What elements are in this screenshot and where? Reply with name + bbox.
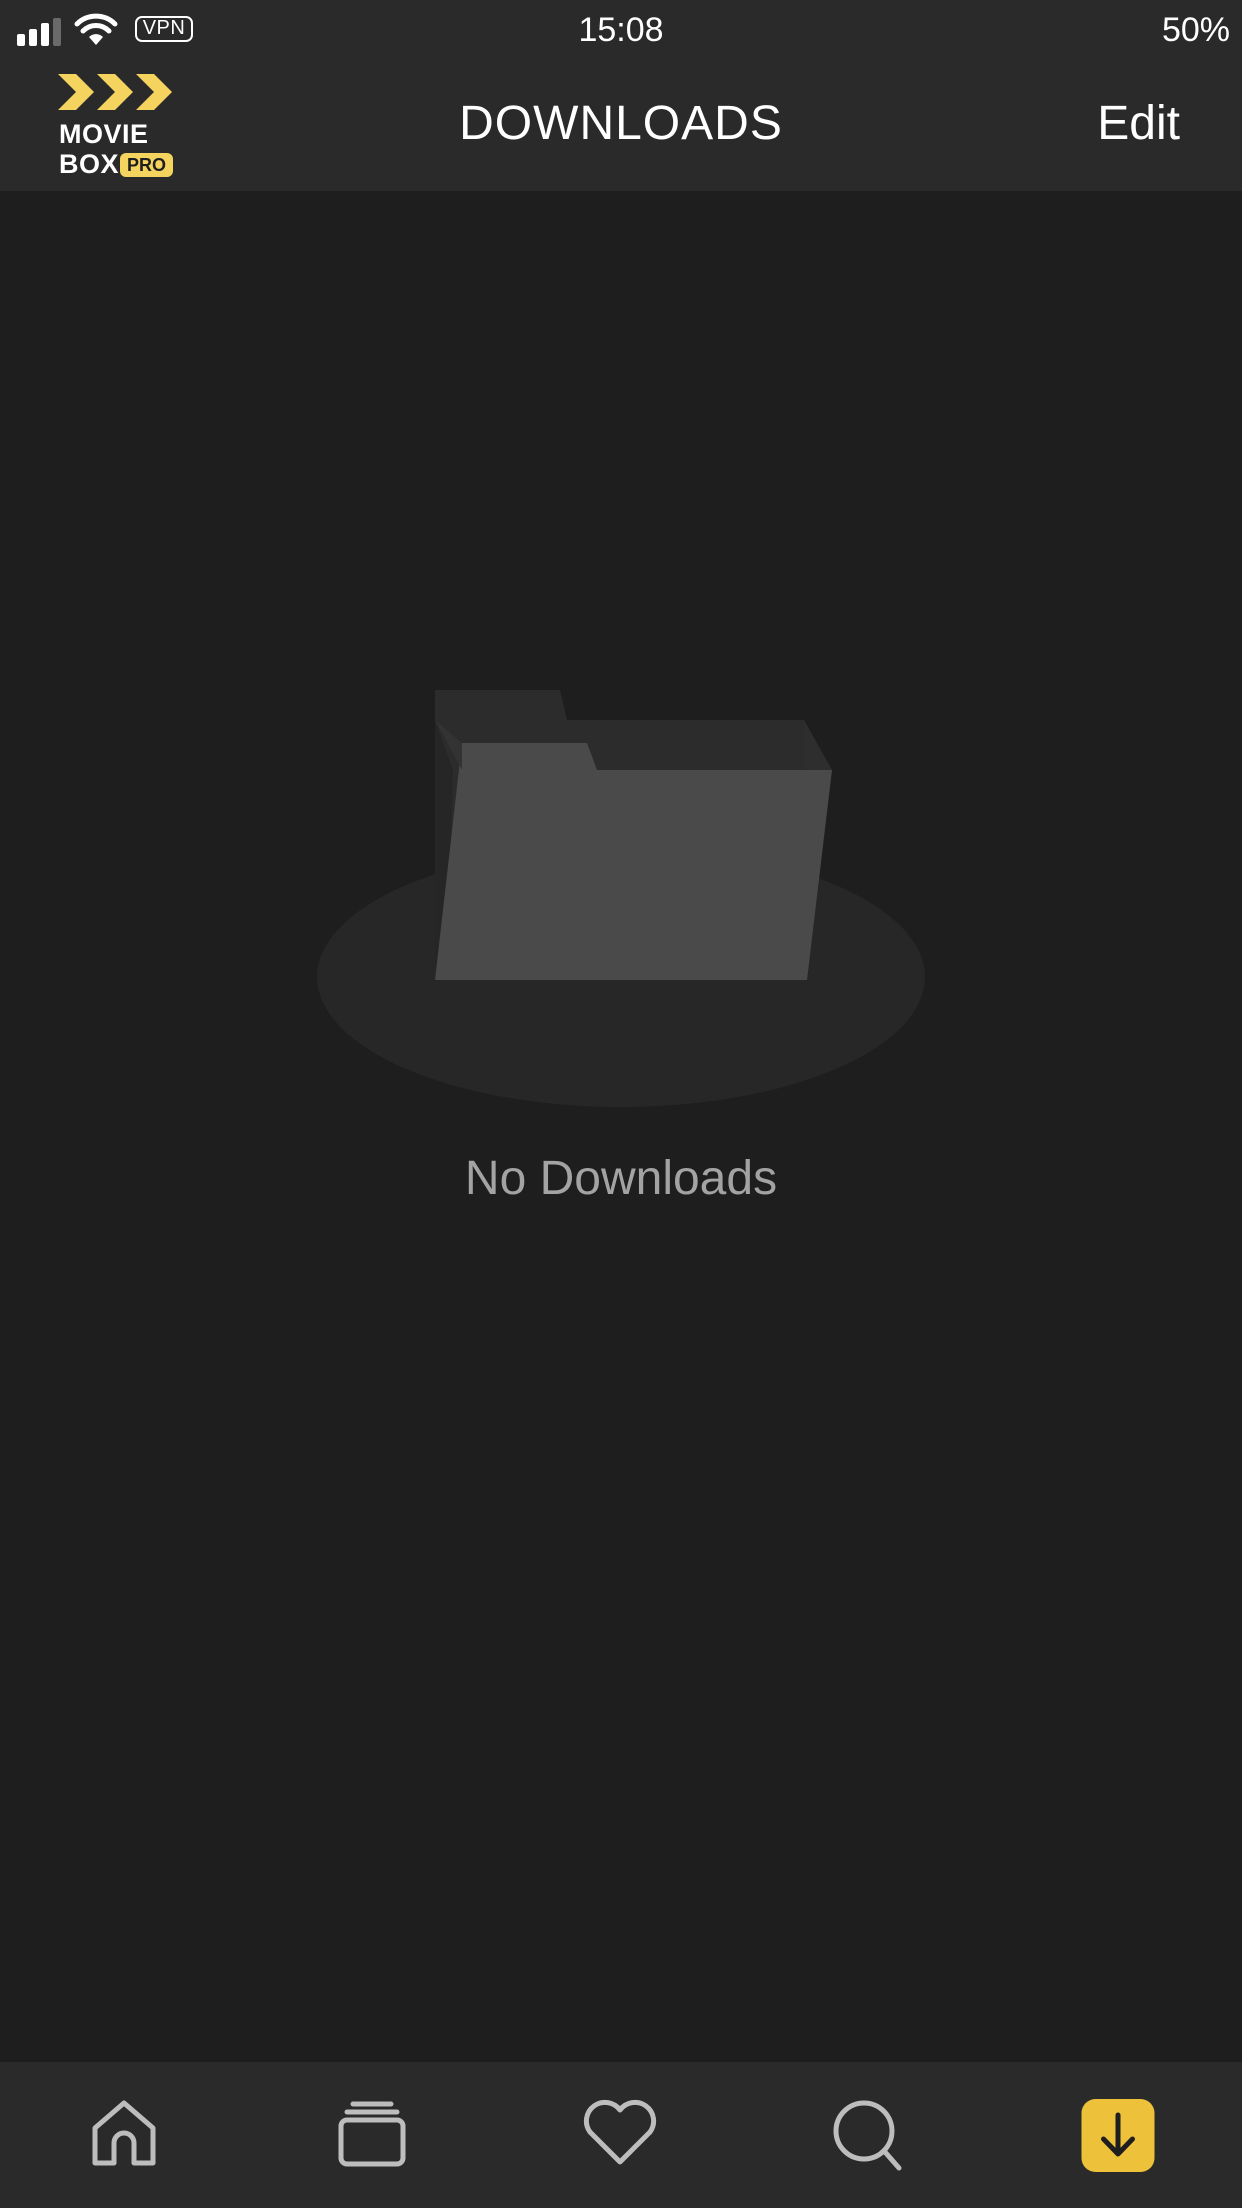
tab-favorites[interactable] [496, 2062, 744, 2208]
status-time: 15:08 [578, 11, 664, 49]
status-bar: VPN 15:08 50% [0, 0, 1242, 60]
empty-state-message: No Downloads [464, 1152, 778, 1205]
tab-collections[interactable] [248, 2062, 496, 2208]
download-icon [1101, 2112, 1135, 2157]
collections-icon [338, 2101, 406, 2167]
tab-home[interactable] [0, 2062, 248, 2208]
edit-button[interactable]: Edit [1097, 96, 1180, 152]
tab-downloads[interactable] [994, 2062, 1242, 2208]
page-title: DOWNLOADS [459, 97, 783, 150]
logo-pro-badge: PRO [120, 153, 174, 177]
downloads-screen: VPN 15:08 50% MOVIE BOX PRO DOWNLOADS Ed… [0, 0, 1242, 2208]
battery-percentage: 50% [1161, 11, 1230, 49]
top-bar: VPN 15:08 50% MOVIE BOX PRO DOWNLOADS Ed… [0, 0, 1242, 191]
logo-text-box: BOX [59, 149, 120, 179]
search-icon [833, 2100, 902, 2171]
navigation-bar: MOVIE BOX PRO DOWNLOADS Edit [0, 60, 1242, 191]
empty-folder-icon [317, 690, 925, 1107]
tab-search[interactable] [744, 2062, 992, 2208]
tab-bar [0, 2062, 1242, 2208]
heart-icon [583, 2099, 657, 2165]
home-icon [92, 2100, 156, 2166]
